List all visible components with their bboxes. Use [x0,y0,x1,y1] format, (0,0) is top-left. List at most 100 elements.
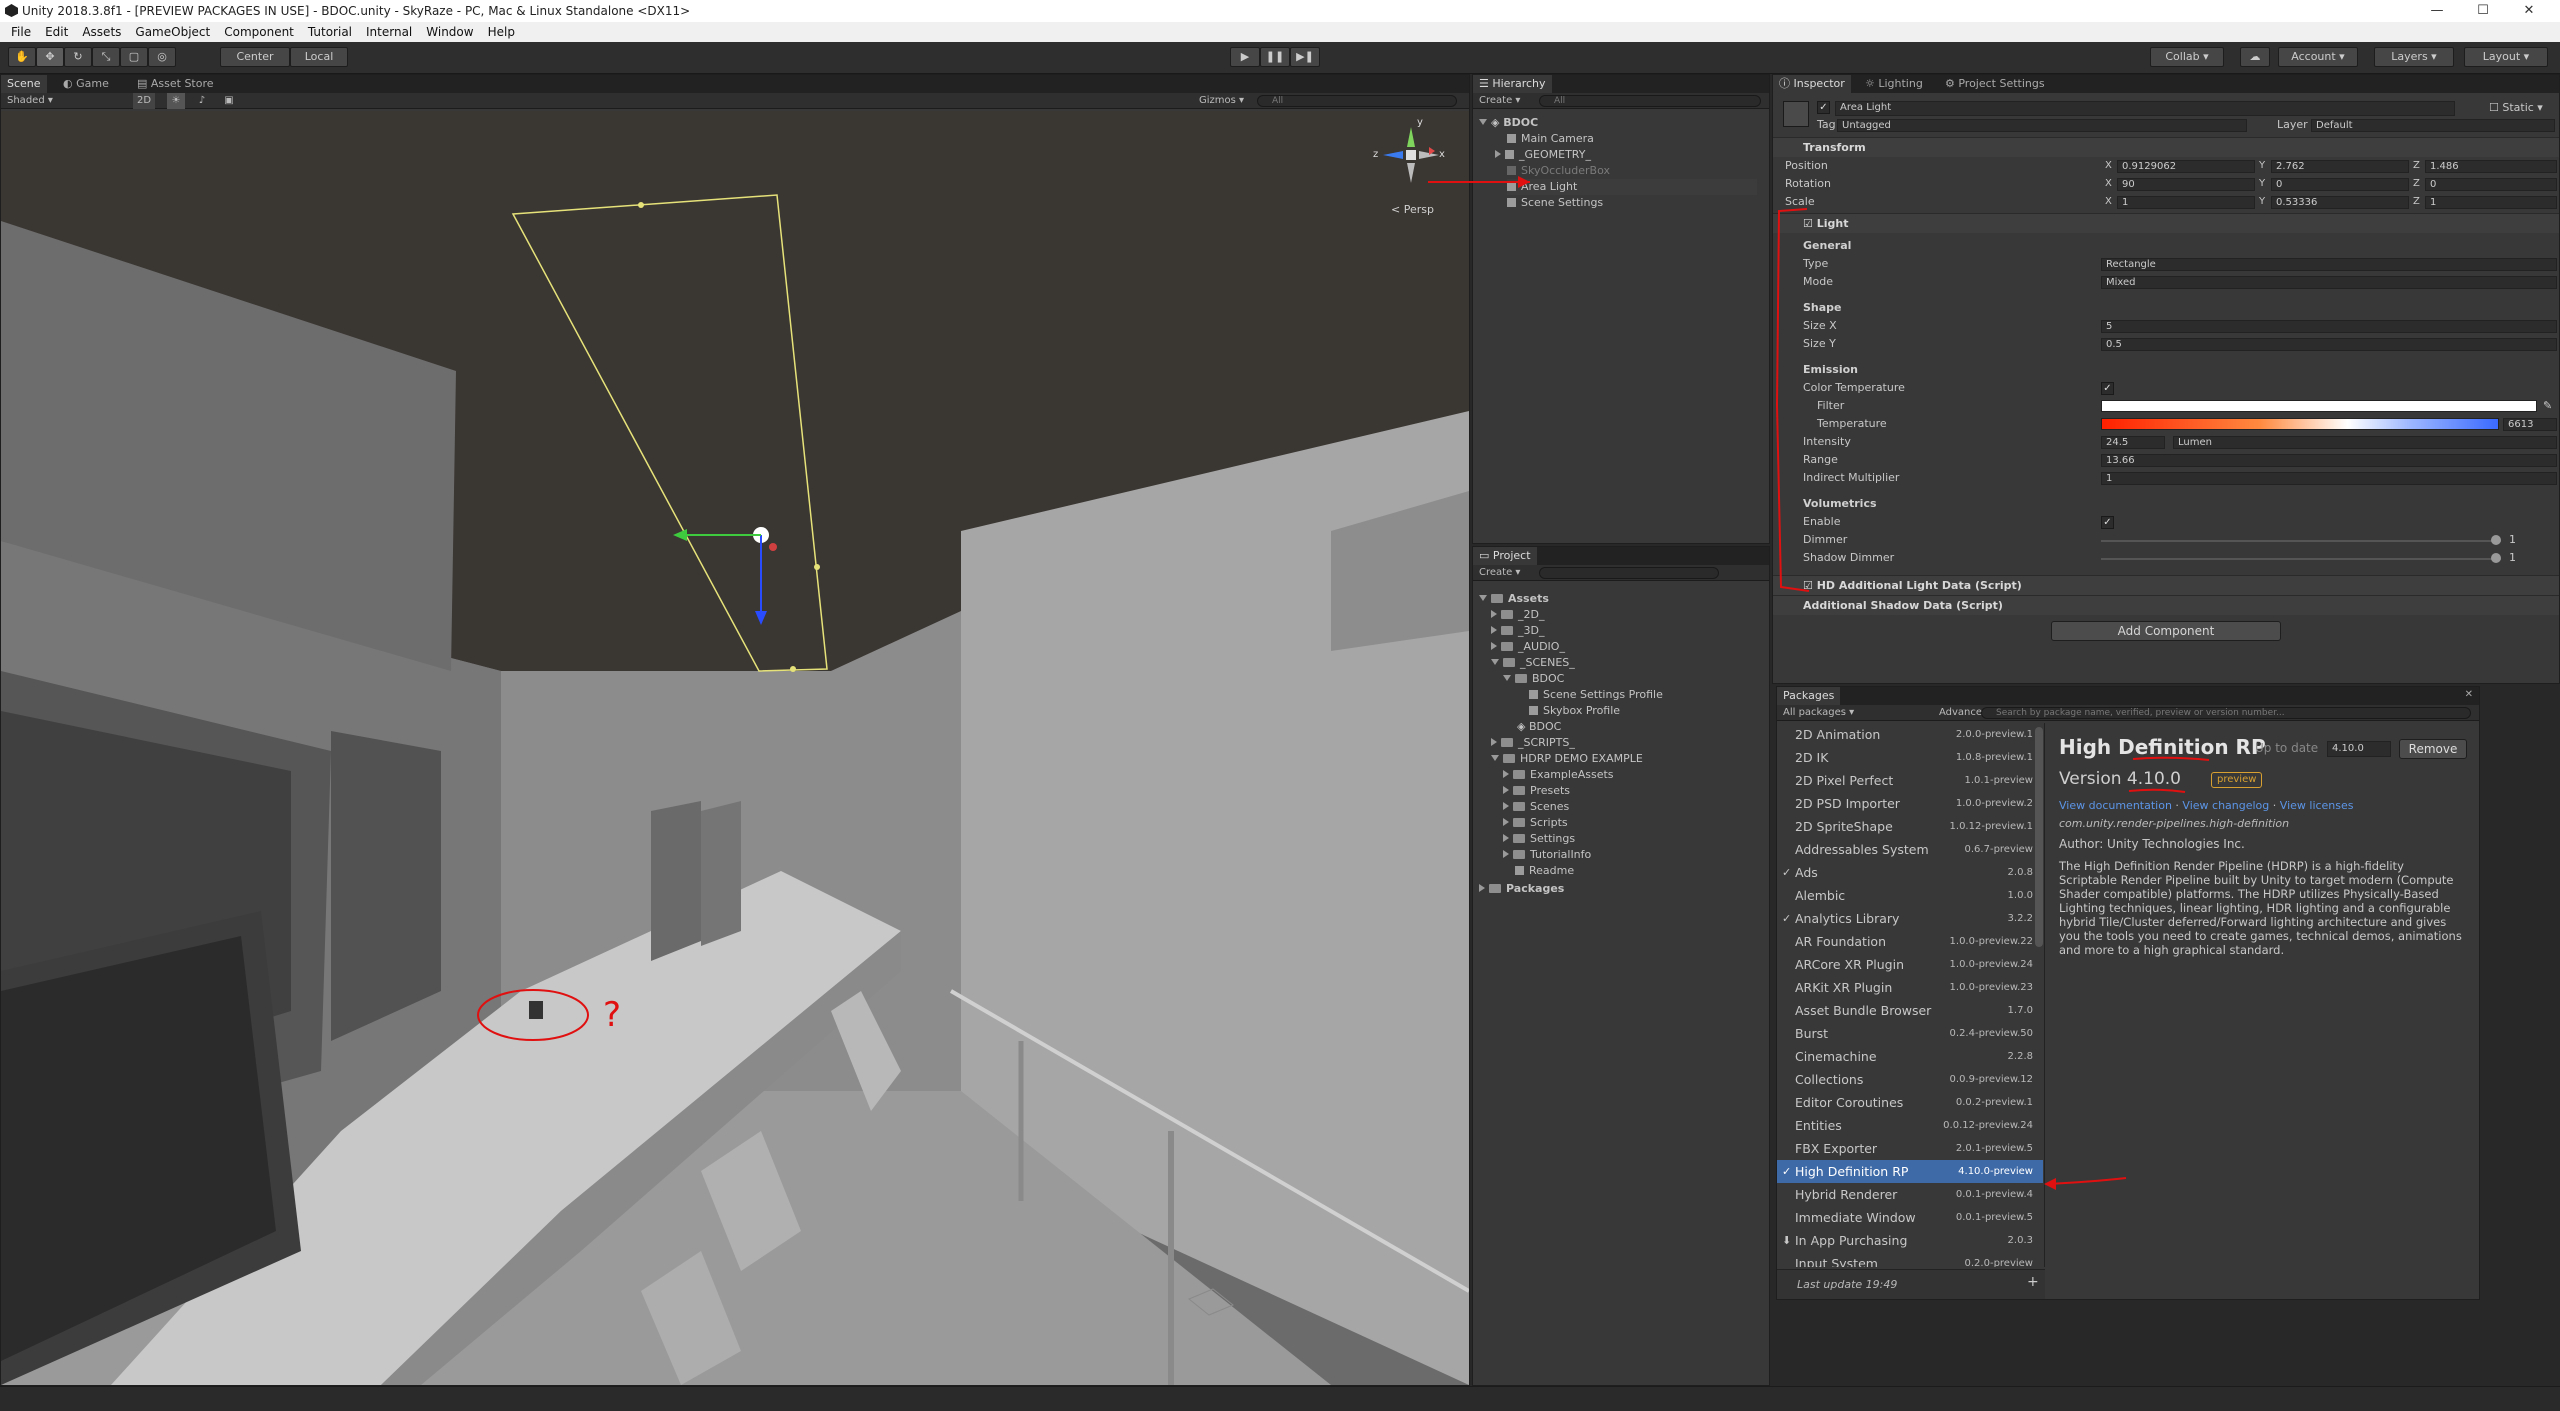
effects-toggle[interactable]: ▣ [217,93,241,109]
eyedropper-icon[interactable]: ✎ [2543,399,2552,412]
hierarchy-create-button[interactable]: Create ▾ [1479,93,1520,109]
package-version-dropdown[interactable]: 4.10.0 [2327,741,2391,757]
light-checkbox[interactable]: ☑ [1803,217,1817,230]
package-row[interactable]: ARKit XR Plugin 1.0.0-preview.23 [1777,976,2043,999]
range-input[interactable]: 13.66 [2101,454,2557,467]
temperature-slider[interactable] [2101,418,2499,430]
transform-header[interactable]: Transform [1773,137,2559,157]
rotation-z-input[interactable]: 0 [2425,178,2557,191]
package-row[interactable]: 2D IK 1.0.8-preview.1 [1777,746,2043,769]
project-item-scenes-sub[interactable]: Scenes [1503,799,1569,815]
tab-scene[interactable]: Scene [1,75,47,93]
package-row[interactable]: Asset Bundle Browser 1.7.0 [1777,999,2043,1022]
object-name-input[interactable]: Area Light [1835,101,2455,116]
shading-mode-dropdown[interactable]: Shaded ▾ [7,93,127,109]
package-row[interactable]: ARCore XR Plugin 1.0.0-preview.24 [1777,953,2043,976]
close-button[interactable]: ✕ [2506,0,2552,22]
layers-dropdown[interactable]: Layers ▾ [2374,47,2454,67]
project-item-packages[interactable]: Packages [1479,881,1564,897]
menu-edit[interactable]: Edit [38,22,75,42]
static-checkbox[interactable]: ☐ [2489,101,2502,114]
package-row[interactable]: Burst 0.2.4-preview.50 [1777,1022,2043,1045]
shadow-data-header[interactable]: Additional Shadow Data (Script) [1773,595,2559,615]
scene-root-row[interactable]: ◈ BDOC [1479,115,1538,131]
menu-assets[interactable]: Assets [75,22,128,42]
package-row[interactable]: Addressables System 0.6.7-preview [1777,838,2043,861]
scene-viewport[interactable]: ? y z x < Persp [1,111,1469,1385]
project-create-button[interactable]: Create ▾ [1479,565,1520,581]
temperature-input[interactable]: 6613 [2503,418,2557,431]
project-item-skybox-profile[interactable]: Skybox Profile [1529,703,1620,719]
hierarchy-item-geometry[interactable]: _GEOMETRY_ [1495,147,1591,163]
tab-asset-store[interactable]: ▤ Asset Store [131,75,220,93]
move-tool-button[interactable]: ✥ [36,47,64,67]
menu-window[interactable]: Window [419,22,480,42]
cloud-button[interactable]: ☁ [2240,47,2270,67]
indirect-multiplier-input[interactable]: 1 [2101,472,2557,485]
package-row[interactable]: ✓ High Definition RP 4.10.0-preview [1777,1160,2043,1183]
dimmer-slider[interactable] [2101,540,2501,542]
add-component-button[interactable]: Add Component [2051,621,2281,641]
package-row[interactable]: Editor Coroutines 0.0.2-preview.1 [1777,1091,2043,1114]
volumetrics-enable-checkbox[interactable]: ✓ [2101,516,2114,529]
lighting-toggle[interactable]: ☀ [167,93,185,109]
package-row[interactable]: Input System 0.2.0-preview [1777,1252,2043,1267]
position-x-input[interactable]: 0.9129062 [2117,160,2255,173]
scale-x-input[interactable]: 1 [2117,196,2255,209]
hierarchy-search-input[interactable]: All [1539,95,1761,107]
tab-project[interactable]: ▭ Project [1473,547,1537,565]
pivot-center-button[interactable]: Center [220,47,290,67]
remove-package-button[interactable]: Remove [2399,739,2467,759]
rect-tool-button[interactable]: ▢ [120,47,148,67]
scene-search-input[interactable]: All [1257,95,1457,107]
light-type-dropdown[interactable]: Rectangle [2101,258,2557,271]
add-package-icon[interactable]: + [2027,1274,2039,1290]
rotation-y-input[interactable]: 0 [2271,178,2409,191]
package-row[interactable]: ⬇ In App Purchasing 2.0.3 [1777,1229,2043,1252]
shadow-dimmer-slider-thumb[interactable] [2491,553,2501,563]
package-row[interactable]: Immediate Window 0.0.1-preview.5 [1777,1206,2043,1229]
package-row[interactable]: Alembic 1.0.0 [1777,884,2043,907]
project-item-audio[interactable]: _AUDIO_ [1491,639,1565,655]
package-search-input[interactable]: Search by package name, verified, previe… [1981,707,2471,719]
color-temperature-checkbox[interactable]: ✓ [2101,382,2114,395]
shadow-dimmer-value[interactable]: 1 [2509,549,2516,567]
hd-light-checkbox[interactable]: ☑ [1803,579,1817,592]
layer-dropdown[interactable]: Default [2311,119,2555,132]
scale-z-input[interactable]: 1 [2425,196,2557,209]
project-item-scripts[interactable]: _SCRIPTS_ [1491,735,1575,751]
account-dropdown[interactable]: Account ▾ [2278,47,2358,67]
collab-dropdown[interactable]: Collab ▾ [2150,47,2224,67]
package-row[interactable]: ✓ Ads 2.0.8 [1777,861,2043,884]
package-row[interactable]: Entities 0.0.12-preview.24 [1777,1114,2043,1137]
package-row[interactable]: Collections 0.0.9-preview.12 [1777,1068,2043,1091]
package-row[interactable]: FBX Exporter 2.0.1-preview.5 [1777,1137,2043,1160]
size-y-input[interactable]: 0.5 [2101,338,2557,351]
audio-toggle[interactable]: ♪ [193,93,211,109]
step-button[interactable]: ▶❚ [1290,47,1320,67]
size-x-input[interactable]: 5 [2101,320,2557,333]
project-search-input[interactable] [1539,567,1719,579]
light-header[interactable]: ☑ Light [1773,213,2559,233]
light-mode-dropdown[interactable]: Mixed [2101,276,2557,289]
menu-help[interactable]: Help [481,22,522,42]
project-item-readme[interactable]: Readme [1515,863,1574,879]
package-row[interactable]: Hybrid Renderer 0.0.1-preview.4 [1777,1183,2043,1206]
pivot-local-button[interactable]: Local [290,47,348,67]
hand-tool-button[interactable]: ✋ [8,47,36,67]
rotation-x-input[interactable]: 90 [2117,178,2255,191]
tab-packages[interactable]: Packages [1777,687,1841,705]
general-group-header[interactable]: General [1803,239,1851,252]
package-row[interactable]: 2D SpriteShape 1.0.12-preview.1 [1777,815,2043,838]
project-item-settings[interactable]: Settings [1503,831,1575,847]
menu-component[interactable]: Component [217,22,301,42]
hierarchy-item-area-light[interactable]: Area Light [1507,179,1757,195]
view-changelog-link[interactable]: View changelog [2182,799,2269,812]
dimmer-slider-thumb[interactable] [2491,535,2501,545]
project-item-bdoc-folder[interactable]: BDOC [1503,671,1564,687]
package-row[interactable]: ✓ Analytics Library 3.2.2 [1777,907,2043,930]
intensity-input[interactable]: 24.5 [2101,436,2165,449]
package-row[interactable]: 2D Pixel Perfect 1.0.1-preview [1777,769,2043,792]
packages-close-icon[interactable]: ✕ [2465,689,2473,700]
minimize-button[interactable]: — [2414,0,2460,22]
